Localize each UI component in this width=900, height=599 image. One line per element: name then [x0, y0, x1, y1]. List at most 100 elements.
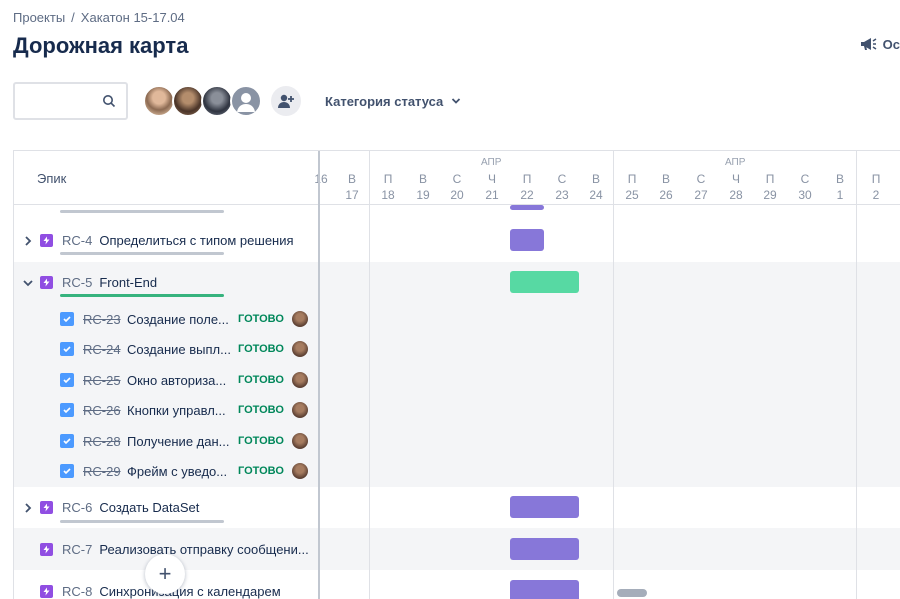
checkbox-icon [60, 434, 74, 448]
avatar[interactable] [143, 85, 175, 117]
subtask-key[interactable]: RC-24 [83, 342, 121, 357]
feedback-label: Ос [882, 36, 900, 52]
chevron-right-icon[interactable] [22, 502, 34, 514]
week-divider [856, 151, 857, 599]
subtask-title[interactable]: Создание выпл... [127, 342, 232, 357]
breadcrumb-project[interactable]: Хакатон 15-17.04 [81, 10, 185, 25]
epic-key[interactable]: RC-5 [62, 275, 92, 290]
epic-row[interactable]: RC-7 Реализовать отправку сообщени... [40, 542, 309, 557]
day-column: П 29 [763, 172, 777, 202]
subtask-row[interactable]: RC-29 Фрейм с уведо... ГОТОВО [60, 463, 308, 479]
subtask-title[interactable]: Кнопки управл... [127, 403, 232, 418]
horizontal-scrollbar[interactable] [617, 589, 647, 597]
add-people-button[interactable] [271, 86, 301, 116]
avatar[interactable] [172, 85, 204, 117]
timeline-bar[interactable] [510, 496, 579, 518]
epic-title[interactable]: Реализовать отправку сообщени... [99, 542, 308, 557]
epic-title[interactable]: Синхронизация с календарем [99, 584, 280, 599]
day-column: П 18 [381, 172, 395, 202]
progress-bar [60, 520, 224, 523]
timeline-header: АПР АПР 16 В 17 П 18 В 19 С 20 Ч 21 П 22 С 23 В… [314, 151, 900, 205]
breadcrumb: Проекты / Хакатон 15-17.04 [13, 10, 185, 25]
user-icon [237, 93, 255, 112]
day-column: В 17 [345, 172, 359, 202]
day-column: В1 [835, 172, 844, 202]
subtask-key[interactable]: RC-25 [83, 373, 121, 388]
timeline-bar[interactable] [510, 229, 544, 251]
breadcrumb-separator: / [71, 10, 75, 25]
epic-row[interactable]: RC-4 Определиться с типом решения [22, 233, 294, 248]
epic-icon [40, 501, 53, 514]
month-divider [613, 151, 614, 599]
subtask-key[interactable]: RC-23 [83, 312, 121, 327]
timeline-bar[interactable] [510, 580, 579, 599]
day-column: П2 [871, 172, 881, 202]
subtask-row[interactable]: RC-28 Получение дан... ГОТОВО [60, 433, 308, 449]
epic-key[interactable]: RC-6 [62, 500, 92, 515]
day-column: В 19 [416, 172, 430, 202]
epic-row[interactable]: RC-5 Front-End [22, 275, 157, 290]
subtask-key[interactable]: RC-29 [83, 464, 121, 479]
epic-header-label: Эпик [37, 171, 67, 186]
chevron-down-icon[interactable] [22, 277, 34, 289]
subtask-title[interactable]: Окно авториза... [127, 373, 232, 388]
toolbar: Категория статуса [13, 82, 461, 120]
checkbox-icon [60, 403, 74, 417]
month-label: АПР [481, 157, 502, 168]
create-epic-button[interactable]: + [145, 554, 185, 594]
epic-icon [40, 543, 53, 556]
status-badge: ГОТОВО [238, 313, 284, 325]
epic-title[interactable]: Создать DataSet [99, 500, 199, 515]
subtask-row[interactable]: RC-26 Кнопки управл... ГОТОВО [60, 402, 308, 418]
day-column: П 22 [520, 172, 534, 202]
panel-splitter[interactable] [318, 151, 320, 599]
timeline-bar[interactable] [510, 205, 544, 210]
timeline-bar[interactable] [510, 271, 579, 293]
subtask-title[interactable]: Получение дан... [127, 434, 232, 449]
assignee-avatar [292, 372, 308, 388]
subtask-key[interactable]: RC-28 [83, 434, 121, 449]
week-divider [369, 151, 370, 599]
search-box [13, 82, 128, 120]
chevron-right-icon[interactable] [22, 235, 34, 247]
status-badge: ГОТОВО [238, 374, 284, 386]
epic-title[interactable]: Front-End [99, 275, 157, 290]
subtask-title[interactable]: Создание поле... [127, 312, 232, 327]
search-input[interactable] [15, 84, 105, 118]
epic-key[interactable]: RC-8 [62, 584, 92, 599]
megaphone-icon [860, 38, 877, 50]
breadcrumb-projects[interactable]: Проекты [13, 10, 65, 25]
page-title: Дорожная карта [13, 33, 189, 58]
epic-row[interactable]: RC-6 Создать DataSet [22, 500, 199, 515]
timeline-bar[interactable] [510, 538, 579, 560]
subtask-row[interactable]: RC-24 Создание выпл... ГОТОВО [60, 341, 308, 357]
avatar[interactable] [201, 85, 233, 117]
epic-key[interactable]: RC-4 [62, 233, 92, 248]
day-column: Ч 28 [729, 172, 743, 202]
subtask-row[interactable]: RC-25 Окно авториза... ГОТОВО [60, 372, 308, 388]
feedback-button[interactable]: Ос [859, 36, 900, 52]
day-column: Ч 21 [485, 172, 499, 202]
add-user-icon [278, 94, 294, 108]
checkbox-icon [60, 312, 74, 326]
epic-title[interactable]: Определиться с типом решения [99, 233, 293, 248]
subtask-key[interactable]: RC-26 [83, 403, 121, 418]
day-column: В 26 [659, 172, 673, 202]
epic-key[interactable]: RC-7 [62, 542, 92, 557]
epic-icon [40, 276, 53, 289]
progress-bar [60, 294, 224, 297]
checkbox-icon [60, 342, 74, 356]
status-badge: ГОТОВО [238, 343, 284, 355]
avatar[interactable] [230, 85, 262, 117]
progress-bar [60, 210, 224, 213]
assignee-avatar [292, 402, 308, 418]
avatar-group [143, 85, 262, 117]
status-category-filter[interactable]: Категория статуса [325, 94, 461, 109]
search-icon [103, 95, 116, 108]
assignee-avatar [292, 311, 308, 327]
day-column: С 27 [694, 172, 708, 202]
assignee-avatar [292, 341, 308, 357]
subtask-title[interactable]: Фрейм с уведо... [127, 464, 232, 479]
day-column: С 23 [555, 172, 569, 202]
subtask-row[interactable]: RC-23 Создание поле... ГОТОВО [60, 311, 308, 327]
